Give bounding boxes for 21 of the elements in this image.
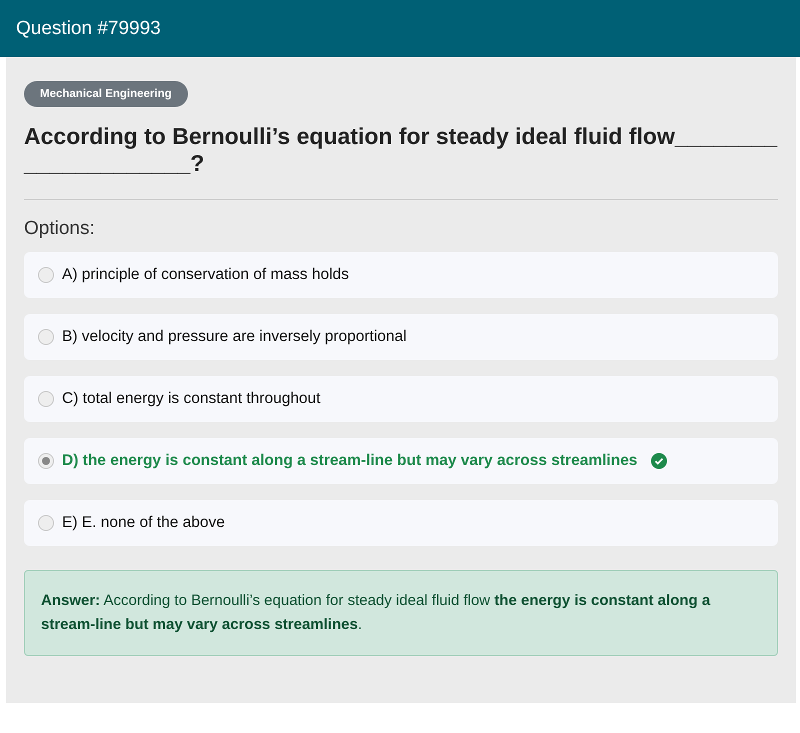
radio-button[interactable] (38, 329, 54, 346)
option-row[interactable]: D) the energy is constant along a stream-line but may vary across streamlines (24, 438, 778, 484)
option-text: B) velocity and pressure are inversely proportional (62, 328, 407, 346)
option-row[interactable]: B) velocity and pressure are inversely proportional (24, 314, 778, 360)
radio-button[interactable] (38, 267, 54, 284)
answer-text: Answer: According to Bernoulli’s equation for steady ideal fluid flow the energy is constant along a stream-line but may vary across streamlines. (24, 570, 778, 656)
radio-button[interactable] (38, 515, 54, 532)
option-text: E) E. none of the above (62, 514, 225, 532)
option-row[interactable]: C) total energy is constant throughout (24, 376, 778, 422)
options-label: Options: (24, 218, 96, 240)
option-text: C) total energy is constant throughout (62, 390, 320, 408)
option-row[interactable]: A) principle of conservation of mass holds (24, 252, 778, 298)
radio-button[interactable] (38, 391, 54, 408)
page-title: Question #79993 (16, 18, 161, 40)
check-circle-icon (651, 453, 668, 470)
option-row[interactable]: E) E. none of the above (24, 500, 778, 546)
question-text: According to Bernoulli’s equation for steady ideal fluid flow_____________________? (24, 123, 778, 178)
option-text: A) principle of conservation of mass holds (62, 266, 349, 284)
option-text: D) the energy is constant along a stream-line but may vary across streamlines (62, 452, 638, 470)
category-badge: Mechanical Engineering (24, 81, 188, 107)
radio-button[interactable] (38, 453, 54, 470)
